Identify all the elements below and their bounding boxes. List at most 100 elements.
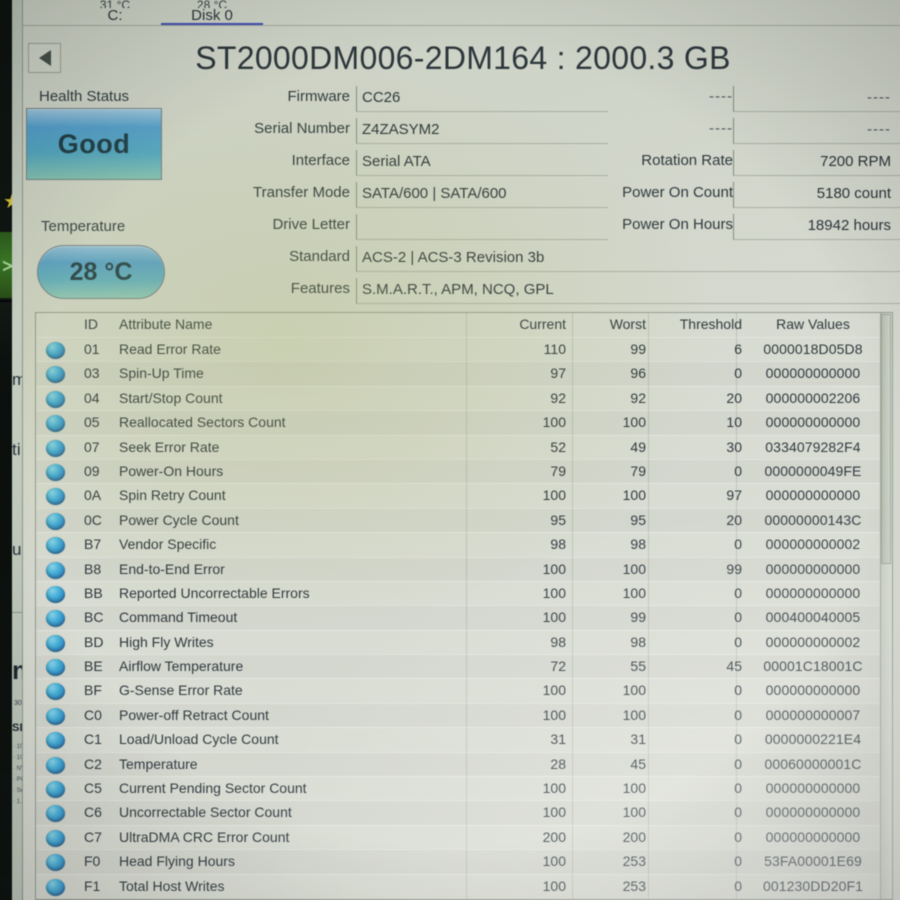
table-row[interactable]: BC Command Timeout 100 99 0 000400040005: [36, 605, 892, 629]
cell-worst: 100: [622, 560, 646, 577]
cell-current: 100: [542, 609, 566, 626]
table-row[interactable]: F0 Head Flying Hours 100 253 0 53FA00001E69: [36, 849, 892, 873]
cell-attribute: Seek Error Rate: [119, 438, 220, 455]
screenshot-photo: ★ ma til us m 30 °C SD 9 · 100· 100· NVM…: [0, 0, 900, 900]
status-indicator-icon: [46, 781, 65, 799]
cell-threshold: 0: [734, 462, 742, 479]
info-row-power-on-hours: Power On Hours 18942 hours: [622, 214, 900, 246]
table-row[interactable]: BE Airflow Temperature 72 55 45 00001C18001C: [36, 654, 892, 678]
cell-id: BE: [84, 658, 103, 675]
table-row[interactable]: 05 Reallocated Sectors Count 100 100 10 00000…: [36, 410, 892, 434]
cell-current: 110: [543, 341, 566, 357]
table-row[interactable]: B8 End-to-End Error 100 100 99 000000000000: [36, 556, 892, 581]
table-row[interactable]: B7 Vendor Specific 98 98 0 000000000002: [36, 532, 892, 556]
table-row[interactable]: C0 Power-off Retract Count 100 100 0 00000000…: [36, 702, 892, 727]
info-value-standard: ACS-2 | ACS-3 Revision 3b: [362, 249, 545, 266]
table-row[interactable]: C5 Current Pending Sector Count 100 100 0 000…: [36, 776, 892, 800]
cell-worst: 55: [630, 658, 646, 675]
info-value-empty-1: ----: [867, 89, 891, 106]
table-row[interactable]: 07 Seek Error Rate 52 49 30 0334079282F4: [36, 434, 892, 459]
table-row[interactable]: C6 Uncorrectable Sector Count 100 100 0 00000…: [36, 800, 892, 824]
cell-attribute: Power Cycle Count: [119, 511, 239, 528]
cell-current: 100: [542, 706, 566, 723]
cell-worst: 98: [630, 536, 646, 553]
status-indicator-icon: [46, 512, 65, 530]
cell-attribute: Start/Stop Count: [119, 389, 223, 406]
cell-worst: 98: [630, 633, 646, 650]
cell-worst: 45: [630, 755, 646, 772]
cell-id: 0C: [84, 511, 102, 528]
cell-id: BF: [84, 682, 102, 699]
status-indicator-icon: [46, 439, 65, 457]
temperature-badge[interactable]: 28 °C: [37, 245, 165, 299]
table-scrollbar-thumb[interactable]: [881, 314, 891, 564]
cell-worst: 253: [622, 853, 646, 870]
column-header-raw[interactable]: Raw Values: [748, 316, 878, 332]
info-label-serial-number: Serial Number: [254, 120, 350, 137]
cell-current: 52: [550, 438, 566, 455]
column-header-worst[interactable]: Worst: [576, 316, 646, 332]
cell-id: 05: [84, 414, 100, 431]
cell-current: 98: [550, 536, 566, 553]
table-row[interactable]: BD High Fly Writes 98 98 0 000000000002: [36, 629, 892, 654]
cell-id: F1: [84, 877, 101, 894]
cell-attribute: Read Error Rate: [119, 341, 221, 357]
info-label-transfer-mode: Transfer Mode: [253, 184, 350, 201]
column-header-threshold[interactable]: Threshold: [654, 316, 742, 332]
table-row[interactable]: BF G-Sense Error Rate 100 100 0 000000000000: [36, 678, 892, 702]
status-indicator-icon: [46, 683, 65, 701]
cell-current: 100: [542, 584, 566, 601]
table-row[interactable]: C2 Temperature 28 45 0 00060000001C: [36, 751, 892, 776]
disk-tab-c[interactable]: 31 °C C:: [75, 0, 155, 24]
info-label-empty-2: ----: [709, 120, 733, 137]
cell-attribute: Spin Retry Count: [119, 487, 226, 504]
status-indicator-icon: [46, 342, 65, 359]
table-row[interactable]: 09 Power-On Hours 79 79 0 0000000049FE: [36, 458, 892, 483]
cell-raw: 000400040005: [765, 609, 861, 626]
column-header-attribute[interactable]: Attribute Name: [119, 316, 212, 332]
table-row[interactable]: 04 Start/Stop Count 92 92 20 000000002206: [36, 385, 892, 410]
cell-attribute: Vendor Specific: [119, 536, 217, 553]
cell-raw: 53FA00001E69: [764, 853, 862, 870]
info-row-serial-number: Serial Number Z4ZASYM2: [188, 118, 608, 150]
cell-worst: 49: [630, 438, 646, 455]
disk-tab-disk0[interactable]: 28 °C Disk 0: [155, 0, 269, 26]
table-row[interactable]: C7 UltraDMA CRC Error Count 200 200 0 0000000…: [36, 824, 892, 849]
info-label-drive-letter: Drive Letter: [272, 216, 350, 233]
cell-raw: 0000018D05D8: [763, 341, 863, 357]
table-row[interactable]: 0A Spin Retry Count 100 100 97 000000000000: [36, 483, 892, 507]
table-body: 01 Read Error Rate 110 99 6 0000018D05D8 03 Spi…: [36, 337, 892, 898]
table-row[interactable]: BB Reported Uncorrectable Errors 100 100 0 00…: [36, 580, 892, 605]
cell-threshold: 10: [726, 414, 742, 431]
health-status-badge[interactable]: Good: [26, 108, 162, 180]
cell-raw: 0000000221E4: [764, 731, 862, 748]
cell-raw: 000000000002: [765, 536, 861, 553]
cell-threshold: 0: [734, 828, 742, 845]
previous-disk-button[interactable]: [28, 43, 61, 73]
cell-attribute: Power-On Hours: [119, 462, 224, 479]
disk-tab-bar: 31 °C C: 28 °C Disk 0: [23, 0, 900, 26]
table-row[interactable]: 01 Read Error Rate 110 99 6 0000018D05D8: [36, 337, 892, 361]
drive-info-right: ---- ---- ---- ---- Rotation Rate 7200 R…: [622, 86, 900, 246]
table-row[interactable]: F1 Total Host Writes 100 253 0 001230DD20F1: [36, 873, 892, 898]
cell-worst: 100: [622, 706, 646, 723]
cell-id: BD: [84, 633, 104, 650]
cell-raw: 0334079282F4: [765, 438, 861, 455]
info-value-interface: Serial ATA: [362, 153, 431, 170]
table-scrollbar[interactable]: [880, 313, 892, 899]
cell-current: 100: [542, 853, 566, 870]
disk-tab-c-label: C:: [107, 7, 123, 24]
cell-id: C6: [84, 804, 102, 821]
cell-raw: 000000000000: [765, 414, 861, 431]
smart-attributes-table[interactable]: ID Attribute Name Current Worst Threshol…: [35, 312, 893, 900]
disk-tab-disk0-label: Disk 0: [191, 7, 233, 24]
column-header-id[interactable]: ID: [84, 316, 98, 332]
info-label-power-on-hours: Power On Hours: [622, 216, 733, 233]
info-label-rotation-rate: Rotation Rate: [641, 152, 733, 169]
table-row[interactable]: 03 Spin-Up Time 97 96 0 000000000000: [36, 361, 892, 385]
table-row[interactable]: 0C Power Cycle Count 95 95 20 00000000143C: [36, 507, 892, 532]
column-header-current[interactable]: Current: [466, 316, 566, 332]
table-row[interactable]: C1 Load/Unload Cycle Count 31 31 0 0000000221…: [36, 727, 892, 751]
status-indicator-icon: [46, 634, 65, 652]
info-row-standard: Standard ACS-2 | ACS-3 Revision 3b: [188, 246, 900, 278]
